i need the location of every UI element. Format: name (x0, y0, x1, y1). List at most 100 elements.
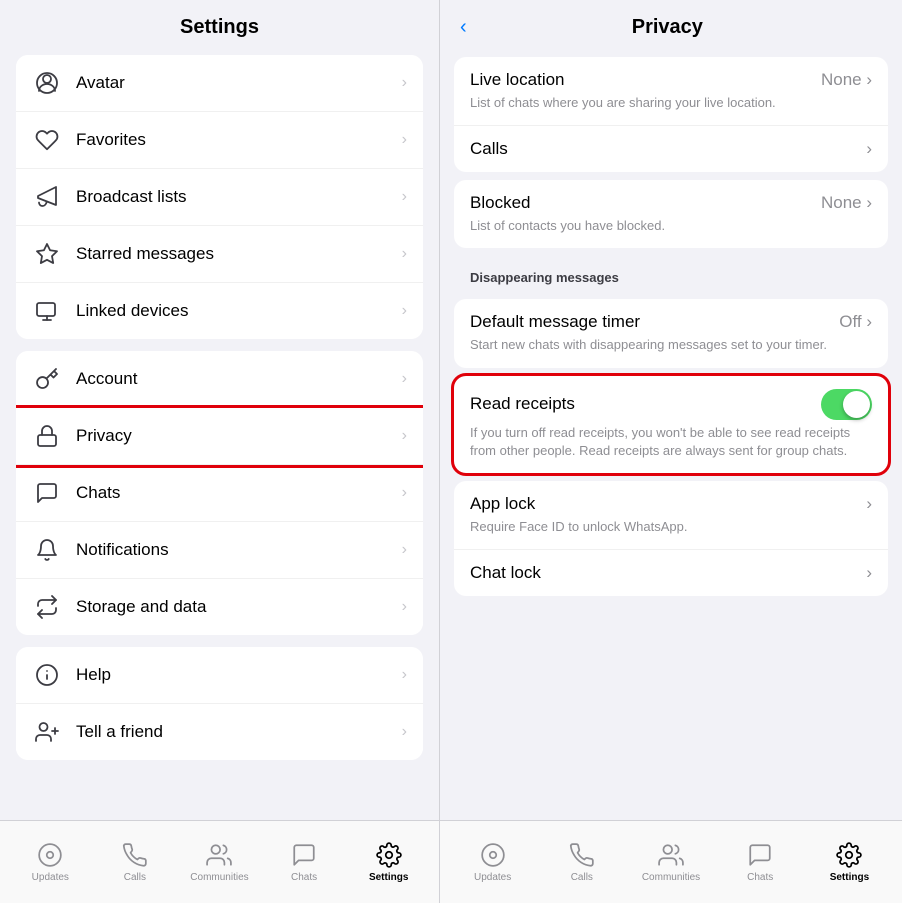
right-section-top: Live location None › List of chats where… (454, 57, 888, 172)
menu-section-3: Help › Tell a friend › (16, 647, 423, 760)
right-nav-label-chats: Chats (747, 872, 773, 883)
menu-label-avatar: Avatar (76, 73, 398, 93)
chevron-broadcast: › (402, 188, 407, 206)
chat-lock-label: Chat lock (470, 563, 541, 583)
lock-icon (32, 421, 62, 451)
nav-settings[interactable]: Settings (346, 842, 431, 883)
right-item-chat-lock[interactable]: Chat lock › (454, 550, 888, 596)
menu-label-broadcast: Broadcast lists (76, 187, 398, 207)
menu-item-storage[interactable]: Storage and data › (16, 579, 423, 635)
right-item-calls[interactable]: Calls › (454, 126, 888, 172)
right-panel: ‹ Privacy Live location None › List of c… (440, 0, 902, 903)
bell-icon (32, 535, 62, 565)
chevron-starred: › (402, 245, 407, 263)
menu-label-notifications: Notifications (76, 540, 398, 560)
right-bottom-nav: Updates Calls Communities Chats Settings (440, 820, 902, 903)
right-header: ‹ Privacy (440, 0, 902, 49)
menu-item-chats[interactable]: Chats › (16, 465, 423, 522)
blocked-value: None › (821, 193, 872, 213)
blocked-sub: List of contacts you have blocked. (470, 217, 872, 235)
chevron-avatar: › (402, 74, 407, 92)
right-nav-updates[interactable]: Updates (448, 842, 537, 883)
menu-item-friend[interactable]: Tell a friend › (16, 704, 423, 760)
nav-updates[interactable]: Updates (8, 842, 93, 883)
chat-icon (32, 478, 62, 508)
menu-section-1: Avatar › Favorites › Broadcast lists › S… (16, 55, 423, 339)
heart-icon (32, 125, 62, 155)
right-content: Live location None › List of chats where… (440, 49, 902, 820)
read-receipts-toggle[interactable] (821, 389, 872, 420)
right-nav-communities[interactable]: Communities (626, 842, 715, 883)
menu-item-avatar[interactable]: Avatar › (16, 55, 423, 112)
chevron-account: › (402, 370, 407, 388)
menu-item-account[interactable]: Account › (16, 351, 423, 408)
menu-item-starred[interactable]: Starred messages › (16, 226, 423, 283)
nav-label-settings: Settings (369, 872, 408, 883)
left-panel: Settings Avatar › Favorites › Broadcast … (0, 0, 440, 903)
nav-label-updates: Updates (32, 872, 69, 883)
right-item-message-timer[interactable]: Default message timer Off › Start new ch… (454, 299, 888, 367)
monitor-icon (32, 296, 62, 326)
nav-calls[interactable]: Calls (93, 842, 178, 883)
nav-communities[interactable]: Communities (177, 842, 262, 883)
live-location-label: Live location (470, 70, 565, 90)
right-item-live-location[interactable]: Live location None › List of chats where… (454, 57, 888, 126)
chevron-help: › (402, 666, 407, 684)
right-nav-settings[interactable]: Settings (805, 842, 894, 883)
message-timer-label: Default message timer (470, 312, 640, 332)
chevron-storage: › (402, 598, 407, 616)
right-item-app-lock[interactable]: App lock › Require Face ID to unlock Wha… (454, 481, 888, 550)
nav-chats[interactable]: Chats (262, 842, 347, 883)
app-lock-sub: Require Face ID to unlock WhatsApp. (470, 518, 872, 536)
right-section-disappearing: Default message timer Off › Start new ch… (454, 299, 888, 367)
arrows-icon (32, 592, 62, 622)
menu-label-privacy: Privacy (76, 426, 398, 446)
menu-label-chats: Chats (76, 483, 398, 503)
right-item-read-receipts[interactable]: Read receipts If you turn off read recei… (454, 376, 888, 473)
chat-lock-chevron: › (866, 563, 872, 583)
right-item-blocked[interactable]: Blocked None › List of contacts you have… (454, 180, 888, 248)
menu-label-friend: Tell a friend (76, 722, 398, 742)
key-icon (32, 364, 62, 394)
back-button[interactable]: ‹ (460, 16, 467, 39)
app-lock-chevron: › (866, 494, 872, 514)
avatar-icon (32, 68, 62, 98)
menu-label-account: Account (76, 369, 398, 389)
right-nav-chats[interactable]: Chats (716, 842, 805, 883)
calls-label: Calls (470, 139, 508, 159)
menu-label-favorites: Favorites (76, 130, 398, 150)
menu-label-linked: Linked devices (76, 301, 398, 321)
nav-label-communities: Communities (190, 872, 248, 883)
menu-item-favorites[interactable]: Favorites › (16, 112, 423, 169)
menu-label-storage: Storage and data (76, 597, 398, 617)
menu-item-help[interactable]: Help › (16, 647, 423, 704)
right-nav-calls[interactable]: Calls (537, 842, 626, 883)
live-location-value: None › (821, 70, 872, 90)
chevron-notifications: › (402, 541, 407, 559)
disappearing-header: Disappearing messages (454, 256, 888, 291)
right-section-read-receipts: Read receipts If you turn off read recei… (454, 376, 888, 473)
menu-label-starred: Starred messages (76, 244, 398, 264)
app-lock-label: App lock (470, 494, 535, 514)
read-receipts-label: Read receipts (470, 394, 575, 414)
menu-item-broadcast[interactable]: Broadcast lists › (16, 169, 423, 226)
blocked-label: Blocked (470, 193, 530, 213)
chevron-linked: › (402, 302, 407, 320)
menu-section-2: Account › Privacy › Chats › Notification… (16, 351, 423, 635)
chevron-favorites: › (402, 131, 407, 149)
right-nav-label-settings: Settings (830, 872, 869, 883)
calls-chevron: › (866, 139, 872, 159)
menu-item-privacy[interactable]: Privacy › (16, 408, 423, 465)
right-nav-label-updates: Updates (474, 872, 511, 883)
left-header: Settings (0, 0, 439, 49)
live-location-sub: List of chats where you are sharing your… (470, 94, 872, 112)
menu-item-linked[interactable]: Linked devices › (16, 283, 423, 339)
left-bottom-nav: Updates Calls Communities Chats Settings (0, 820, 439, 903)
read-receipts-sub: If you turn off read receipts, you won't… (470, 424, 872, 460)
chevron-friend: › (402, 723, 407, 741)
right-nav-label-calls: Calls (571, 872, 593, 883)
chevron-privacy: › (402, 427, 407, 445)
menu-label-help: Help (76, 665, 398, 685)
menu-item-notifications[interactable]: Notifications › (16, 522, 423, 579)
message-timer-sub: Start new chats with disappearing messag… (470, 336, 872, 354)
